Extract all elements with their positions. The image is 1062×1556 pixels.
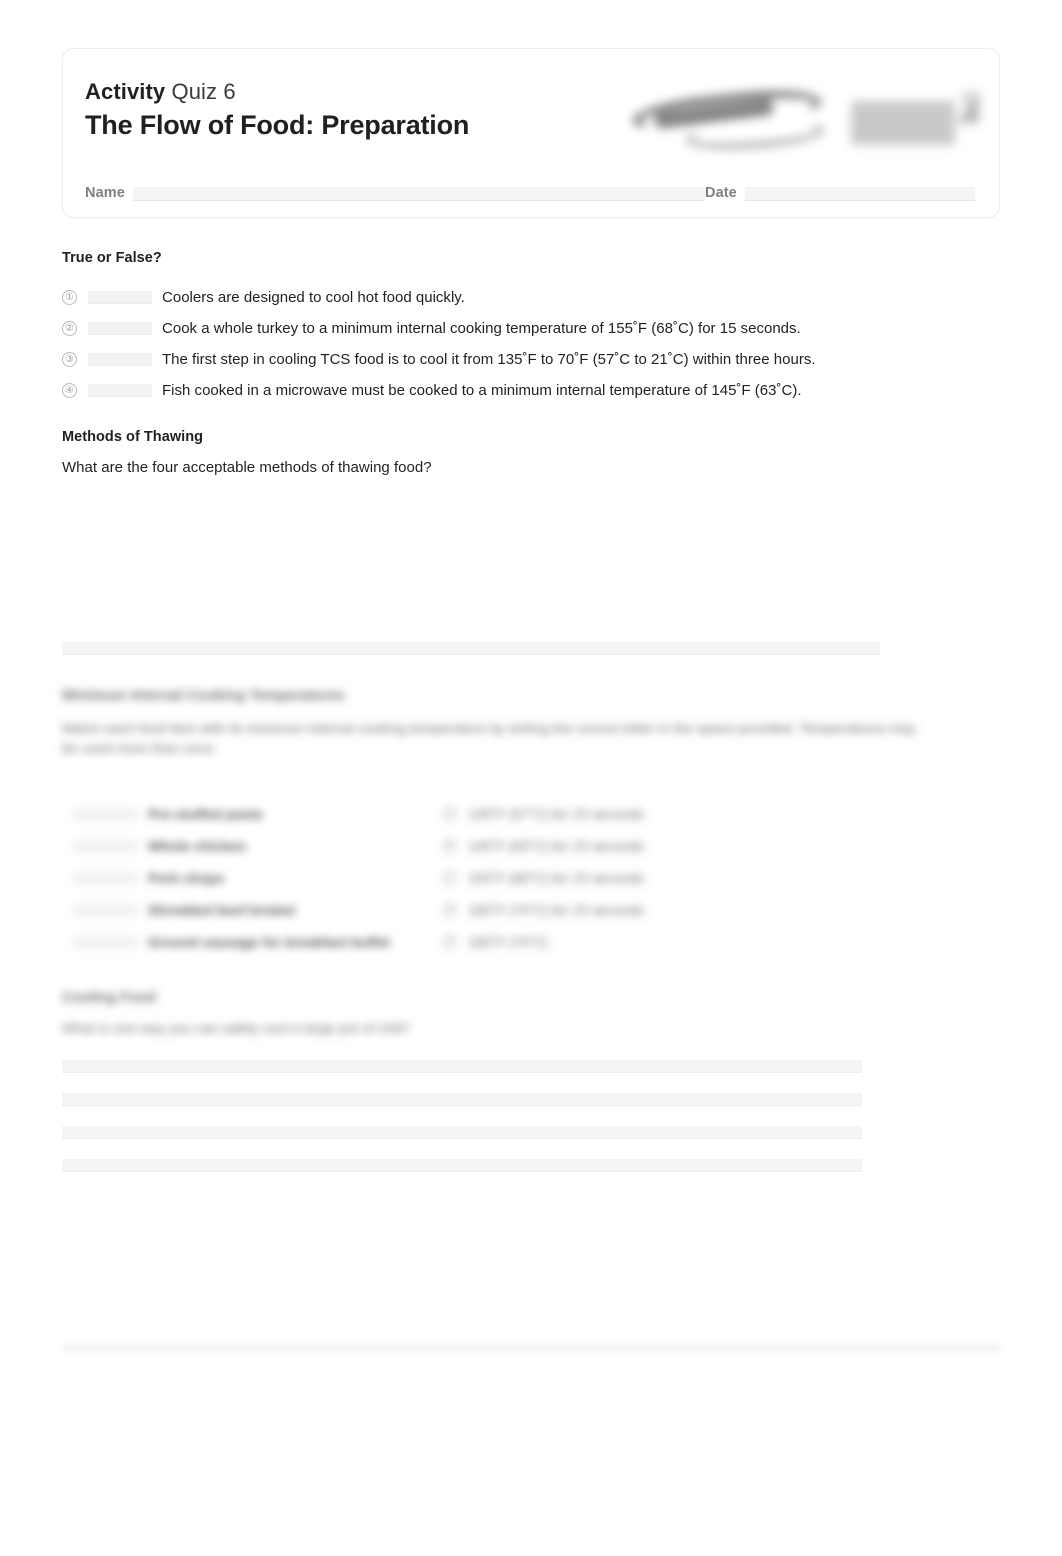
true-false-question-text: The first step in cooling TCS food is to…: [162, 351, 816, 368]
cooling-answer-line[interactable]: [62, 1093, 862, 1106]
option-temperature-label: 165˚F (74˚C) for 15 seconds: [468, 902, 644, 918]
name-input[interactable]: [132, 187, 705, 201]
item-number-icon: ③: [62, 352, 77, 367]
true-false-question-text: Fish cooked in a microwave must be cooke…: [162, 382, 802, 399]
item-number-icon: ④: [62, 383, 77, 398]
kicker-quiz-label: Quiz 6: [171, 79, 236, 104]
true-false-heading: True or False?: [62, 250, 162, 266]
cooling-food-section: Cooling Food What is one way you can saf…: [62, 990, 1000, 1036]
match-food-label: Pork chops: [148, 870, 225, 886]
minimum-internal-temperatures-section: Minimum Internal Cooking Temperatures Ma…: [62, 688, 1000, 758]
option-letter-icon: Ⓑ: [442, 838, 457, 854]
true-false-item: ① Coolers are designed to cool hot food …: [62, 282, 1000, 313]
brand-logo-group: [606, 77, 981, 161]
option-temperature-label: 165˚F (74˚C): [468, 934, 549, 950]
matching-food-items-column: Pre-stuffed pasta Whole chicken Pork cho…: [62, 798, 442, 958]
matching-option-row: Ⓐ 135˚F (57˚C) for 15 seconds: [442, 798, 782, 830]
name-field-group[interactable]: Name: [85, 185, 705, 201]
item-number-icon: ①: [62, 290, 77, 305]
match-answer-input[interactable]: [74, 872, 138, 884]
matching-option-row: Ⓔ 165˚F (74˚C): [442, 926, 782, 958]
true-false-item: ③ The first step in cooling TCS food is …: [62, 344, 1000, 375]
match-answer-input[interactable]: [74, 936, 138, 948]
date-label: Date: [705, 185, 737, 201]
option-temperature-label: 135˚F (57˚C) for 15 seconds: [468, 806, 644, 822]
matching-row: Shredded beef brisket: [62, 894, 442, 926]
option-letter-icon: Ⓓ: [442, 902, 457, 918]
date-input[interactable]: [744, 187, 975, 201]
true-false-item: ④ Fish cooked in a microwave must be coo…: [62, 375, 1000, 406]
matching-temperature-options-column: Ⓐ 135˚F (57˚C) for 15 seconds Ⓑ 145˚F (6…: [442, 798, 782, 958]
matching-row: Ground sausage for breakfast buffet: [62, 926, 442, 958]
header-inner: Activity Quiz 6 The Flow of Food: Prepar…: [63, 49, 999, 217]
temperature-matching-grid: Pre-stuffed pasta Whole chicken Pork cho…: [62, 798, 782, 958]
kicker-strong-label: Activity: [85, 79, 166, 104]
matching-row: Pork chops: [62, 862, 442, 894]
temperatures-prompt: Match each food item with its minimum in…: [62, 720, 916, 756]
cooling-answer-line[interactable]: [62, 1159, 862, 1172]
true-false-question-text: Coolers are designed to cool hot food qu…: [162, 289, 465, 306]
match-food-label: Whole chicken: [148, 838, 247, 854]
matching-option-row: Ⓒ 155˚F (68˚C) for 15 seconds: [442, 862, 782, 894]
item-number-icon: ②: [62, 321, 77, 336]
true-false-section: True or False? ① Coolers are designed to…: [62, 250, 1000, 406]
matching-option-row: Ⓑ 145˚F (63˚C) for 15 seconds: [442, 830, 782, 862]
cooling-answer-line[interactable]: [62, 1126, 862, 1139]
methods-of-thawing-section: Methods of Thawing What are the four acc…: [62, 429, 1000, 476]
true-false-item: ② Cook a whole turkey to a minimum inter…: [62, 313, 1000, 344]
name-label: Name: [85, 185, 125, 201]
servsafe-script-logo-icon: [628, 84, 833, 153]
matching-row: Whole chicken: [62, 830, 442, 862]
option-temperature-label: 145˚F (63˚C) for 15 seconds: [468, 838, 644, 854]
matching-option-row: Ⓓ 165˚F (74˚C) for 15 seconds: [442, 894, 782, 926]
cooling-heading: Cooling Food: [62, 990, 157, 1006]
match-answer-input[interactable]: [74, 904, 138, 916]
true-false-answer-input[interactable]: [88, 353, 152, 366]
cooling-prompt: What is one way you can safely cool a la…: [62, 1020, 411, 1036]
thawing-prompt: What are the four acceptable methods of …: [62, 459, 432, 476]
matching-row: Pre-stuffed pasta: [62, 798, 442, 830]
match-food-label: Shredded beef brisket: [148, 902, 296, 918]
thawing-answer-line[interactable]: [62, 642, 880, 655]
option-letter-icon: Ⓔ: [442, 934, 457, 950]
match-answer-input[interactable]: [74, 808, 138, 820]
true-false-answer-input[interactable]: [88, 322, 152, 335]
date-field-group[interactable]: Date: [705, 185, 975, 201]
thawing-heading: Methods of Thawing: [62, 429, 204, 445]
true-false-answer-input[interactable]: [88, 291, 152, 304]
true-false-question-text: Cook a whole turkey to a minimum interna…: [162, 320, 801, 337]
true-false-answer-input[interactable]: [88, 384, 152, 397]
match-answer-input[interactable]: [74, 840, 138, 852]
option-temperature-label: 155˚F (68˚C) for 15 seconds: [468, 870, 644, 886]
worksheet-header-card: Activity Quiz 6 The Flow of Food: Prepar…: [62, 48, 1000, 218]
match-food-label: Ground sausage for breakfast buffet: [148, 934, 390, 950]
match-food-label: Pre-stuffed pasta: [148, 806, 263, 822]
national-restaurant-association-logo-icon: [851, 89, 981, 149]
temperatures-heading: Minimum Internal Cooking Temperatures: [62, 688, 345, 704]
option-letter-icon: Ⓐ: [442, 806, 457, 822]
name-date-row: Name Date: [85, 185, 975, 201]
footer-divider: [62, 1344, 1000, 1352]
cooling-answer-line[interactable]: [62, 1060, 862, 1073]
option-letter-icon: Ⓒ: [442, 870, 457, 886]
